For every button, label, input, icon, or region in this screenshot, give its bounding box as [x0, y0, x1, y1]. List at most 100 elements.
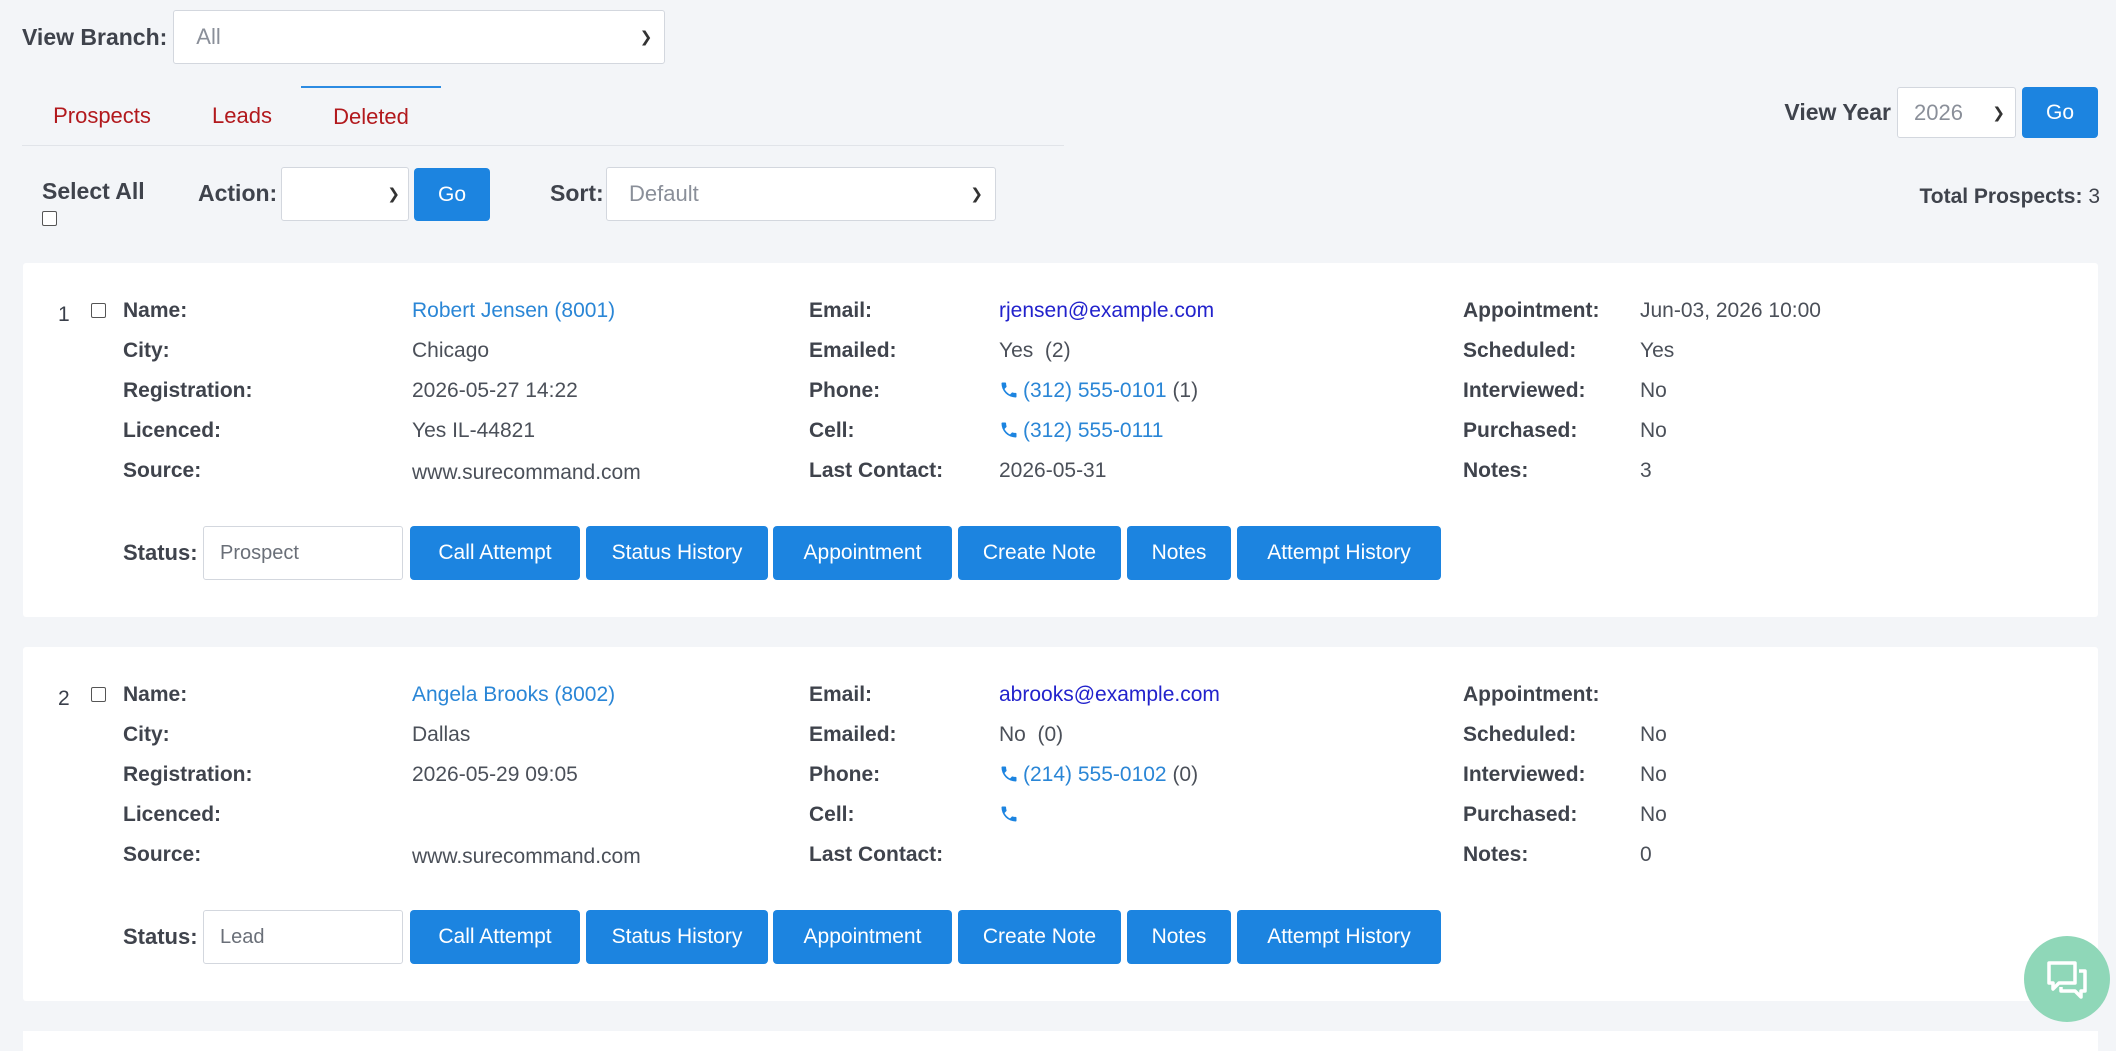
year-label: View Year [1784, 99, 1891, 125]
attempt-history-button[interactable]: Attempt History [1237, 910, 1441, 964]
phone-count: (1) [1166, 379, 1199, 402]
cell-value: (312) 555-0111 [999, 419, 1164, 443]
select-all-checkbox[interactable] [42, 211, 57, 226]
registration-value: 2026-05-27 14:22 [412, 379, 578, 402]
status-value: Lead [220, 925, 265, 948]
chat-icon [2047, 961, 2087, 999]
purchased-label: Purchased: [1463, 803, 1578, 826]
registration-label: Registration: [123, 379, 253, 402]
prospect-name-link[interactable]: Angela Brooks (8002) [412, 683, 615, 707]
scheduled-label: Scheduled: [1463, 339, 1577, 362]
call-attempt-button[interactable]: Call Attempt [410, 526, 580, 580]
interviewed-label: Interviewed: [1463, 763, 1586, 786]
chevron-down-icon: ❯ [387, 186, 400, 203]
licenced-value: Yes IL-44821 [412, 419, 535, 442]
chevron-down-icon: ❯ [970, 186, 983, 203]
prospect-index: 1 [58, 303, 70, 326]
attempt-history-button[interactable]: Attempt History [1237, 526, 1441, 580]
tab-leads[interactable]: Leads [182, 86, 302, 146]
scheduled-label: Scheduled: [1463, 723, 1577, 746]
status-history-button[interactable]: Status History [586, 526, 768, 580]
action-select[interactable]: ❯ [281, 167, 409, 221]
last-contact-label: Last Contact: [809, 843, 944, 866]
email-link[interactable]: rjensen@example.com [999, 299, 1214, 323]
tab-prospects-label: Prospects [53, 103, 151, 128]
name-label: Name: [123, 299, 188, 322]
licenced-label: Licenced: [123, 419, 222, 442]
email-link[interactable]: abrooks@example.com [999, 683, 1220, 707]
year-select[interactable]: 2026 ❯ [1897, 87, 2016, 138]
emailed-value: No (0) [999, 723, 1064, 746]
emailed-label: Emailed: [809, 723, 897, 746]
tab-prospects[interactable]: Prospects [22, 86, 182, 146]
notes-value: 0 [1640, 843, 1652, 866]
phone-value: (214) 555-0102 (0) [999, 763, 1198, 787]
branch-filter: View Branch: All ❯ [22, 10, 666, 64]
notes-value: 3 [1640, 459, 1652, 482]
status-input[interactable]: Prospect [203, 526, 403, 580]
prospect-index: 2 [58, 687, 70, 710]
prospect-name-link[interactable]: Robert Jensen (8001) [412, 299, 615, 323]
year-go-button[interactable]: Go [2022, 87, 2098, 138]
action-label: Action: [198, 180, 278, 206]
prospect-checkbox[interactable] [91, 687, 106, 702]
select-all: Select All [42, 178, 145, 231]
branch-select[interactable]: All ❯ [173, 10, 666, 64]
appointment-value: Jun-03, 2026 10:00 [1640, 299, 1821, 322]
phone-link[interactable]: (214) 555-0102 [1023, 763, 1167, 786]
prospect-checkbox[interactable] [91, 303, 106, 318]
city-value: Chicago [412, 339, 490, 362]
create-note-button[interactable]: Create Note [958, 910, 1121, 964]
year-select-value: 2026 [1914, 99, 1963, 125]
cell-label: Cell: [809, 419, 855, 442]
sort-select[interactable]: Default ❯ [606, 167, 996, 221]
city-label: City: [123, 723, 170, 746]
purchased-value: No [1640, 419, 1667, 442]
appointment-button[interactable]: Appointment [773, 526, 952, 580]
tab-leads-label: Leads [212, 103, 272, 128]
registration-label: Registration: [123, 763, 253, 786]
scheduled-value: Yes [1640, 339, 1675, 362]
prospect-card: 1 Name: Robert Jensen (8001) City: Chica… [23, 263, 2098, 617]
total-prospects: Total Prospects: 3 [1919, 185, 2100, 209]
source-label: Source: [123, 843, 202, 866]
sort-select-value: Default [629, 181, 699, 206]
emailed-label: Emailed: [809, 339, 897, 362]
phone-label: Phone: [809, 379, 881, 402]
phone-icon [1001, 382, 1017, 398]
emailed-value: Yes (2) [999, 339, 1071, 362]
create-note-button[interactable]: Create Note [958, 526, 1121, 580]
sort-label: Sort: [550, 180, 604, 206]
appointment-button[interactable]: Appointment [773, 910, 952, 964]
phone-link[interactable]: (312) 555-0101 [1023, 379, 1167, 402]
licenced-label: Licenced: [123, 803, 222, 826]
chat-button[interactable] [2024, 936, 2110, 1022]
cell-link[interactable]: (312) 555-0111 [1023, 419, 1164, 442]
prospect-card-partial [23, 1031, 2098, 1051]
cell-value [999, 803, 1023, 827]
source-label: Source: [123, 459, 202, 482]
call-attempt-button[interactable]: Call Attempt [410, 910, 580, 964]
status-input[interactable]: Lead [203, 910, 403, 964]
tab-deleted[interactable]: Deleted [301, 86, 441, 146]
appointment-label: Appointment: [1463, 299, 1600, 322]
chevron-down-icon: ❯ [639, 29, 653, 46]
notes-label: Notes: [1463, 843, 1529, 866]
scheduled-value: No [1640, 723, 1667, 746]
status-history-button[interactable]: Status History [586, 910, 768, 964]
status-value: Prospect [220, 541, 299, 564]
phone-value: (312) 555-0101 (1) [999, 379, 1198, 403]
year-filter: View Year 2026 ❯ Go [1784, 87, 2098, 138]
action-go-button[interactable]: Go [414, 168, 490, 221]
registration-value: 2026-05-29 09:05 [412, 763, 578, 786]
phone-icon[interactable] [999, 420, 1019, 440]
notes-button[interactable]: Notes [1127, 910, 1231, 964]
source-value: www.surecommand.com [412, 461, 641, 484]
email-label: Email: [809, 683, 873, 706]
interviewed-value: No [1640, 379, 1667, 402]
status-label: Status: [123, 540, 198, 565]
email-label: Email: [809, 299, 873, 322]
purchased-label: Purchased: [1463, 419, 1578, 442]
phone-icon[interactable] [999, 804, 1019, 824]
notes-button[interactable]: Notes [1127, 526, 1231, 580]
